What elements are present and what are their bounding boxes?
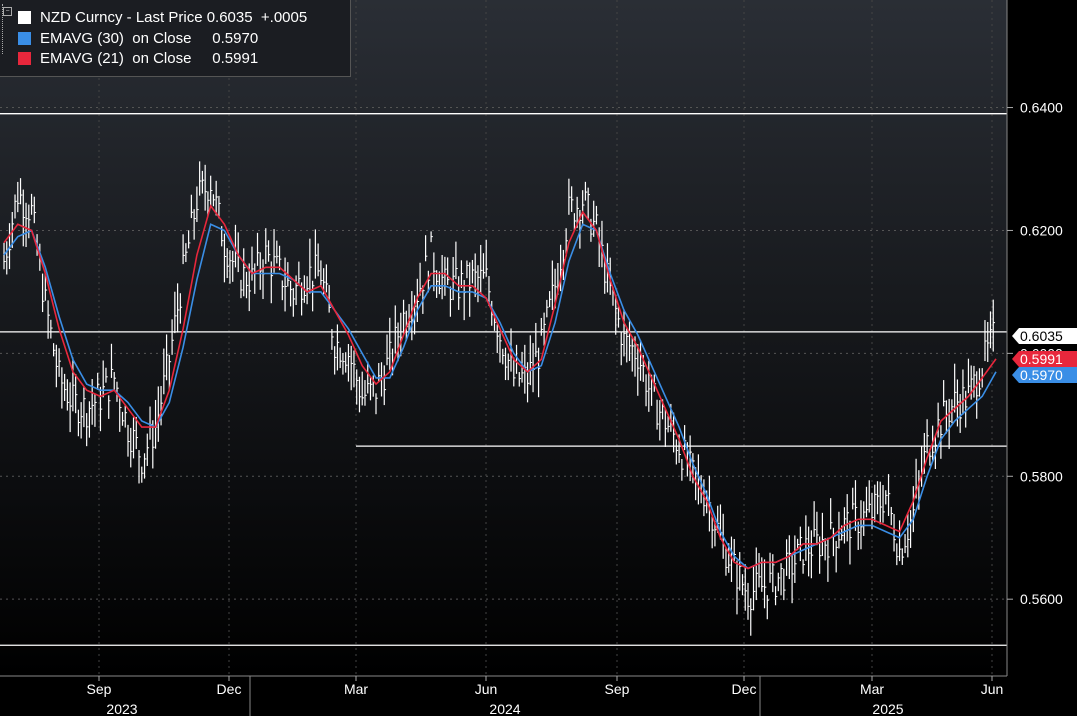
legend: − NZD Curncy - Last Price 0.6035 +.0005 … bbox=[0, 0, 351, 77]
x-tick-label: Jun bbox=[475, 681, 498, 697]
value-tag-label: 0.5970 bbox=[1020, 367, 1063, 383]
value-tag-label: 0.5991 bbox=[1020, 351, 1063, 367]
legend-ema30-label: EMAVG (30) on Close 0.5970 bbox=[40, 30, 259, 47]
legend-item-ema21[interactable]: EMAVG (21) on Close 0.5991 bbox=[6, 50, 258, 69]
y-tick-label: 0.5600 bbox=[1020, 591, 1063, 607]
x-tick-label: Mar bbox=[860, 681, 884, 697]
y-tick-label: 0.6200 bbox=[1020, 222, 1063, 238]
x-tick-label: Jun bbox=[981, 681, 1004, 697]
last-value-tags: 0.6035 0.59910.5970 bbox=[1012, 328, 1077, 383]
x-tick-label: Sep bbox=[605, 681, 630, 697]
x-tick-label: Dec bbox=[732, 681, 757, 697]
year-label: 2023 bbox=[106, 701, 137, 716]
x-tick-label: Sep bbox=[87, 681, 112, 697]
legend-item-ema30[interactable]: EMAVG (30) on Close 0.5970 bbox=[6, 30, 258, 49]
y-tick-label: 0.6400 bbox=[1020, 100, 1063, 116]
price-chart: 0.56000.58000.60000.62000.6400 SepDecMar… bbox=[0, 0, 1077, 716]
x-tick-label: Mar bbox=[344, 681, 368, 697]
legend-item-price[interactable]: NZD Curncy - Last Price 0.6035 +.0005 bbox=[6, 9, 307, 28]
year-label: 2024 bbox=[489, 701, 520, 716]
legend-ema21-label: EMAVG (21) on Close 0.5991 bbox=[40, 50, 259, 67]
legend-price-label: NZD Curncy - Last Price 0.6035 +.0005 bbox=[40, 9, 308, 26]
x-axis: Sep Dec Mar Jun Sep Dec Mar Jun 2023 2024 2025 bbox=[0, 675, 1007, 716]
ema30-swatch bbox=[18, 32, 31, 45]
y-tick-label: 0.5800 bbox=[1020, 468, 1063, 484]
year-label: 2025 bbox=[872, 701, 903, 716]
price-swatch bbox=[18, 11, 31, 24]
ema21-swatch bbox=[18, 52, 31, 65]
x-tick-label: Dec bbox=[217, 681, 242, 697]
value-tag-label: 0.6035 bbox=[1020, 328, 1063, 344]
